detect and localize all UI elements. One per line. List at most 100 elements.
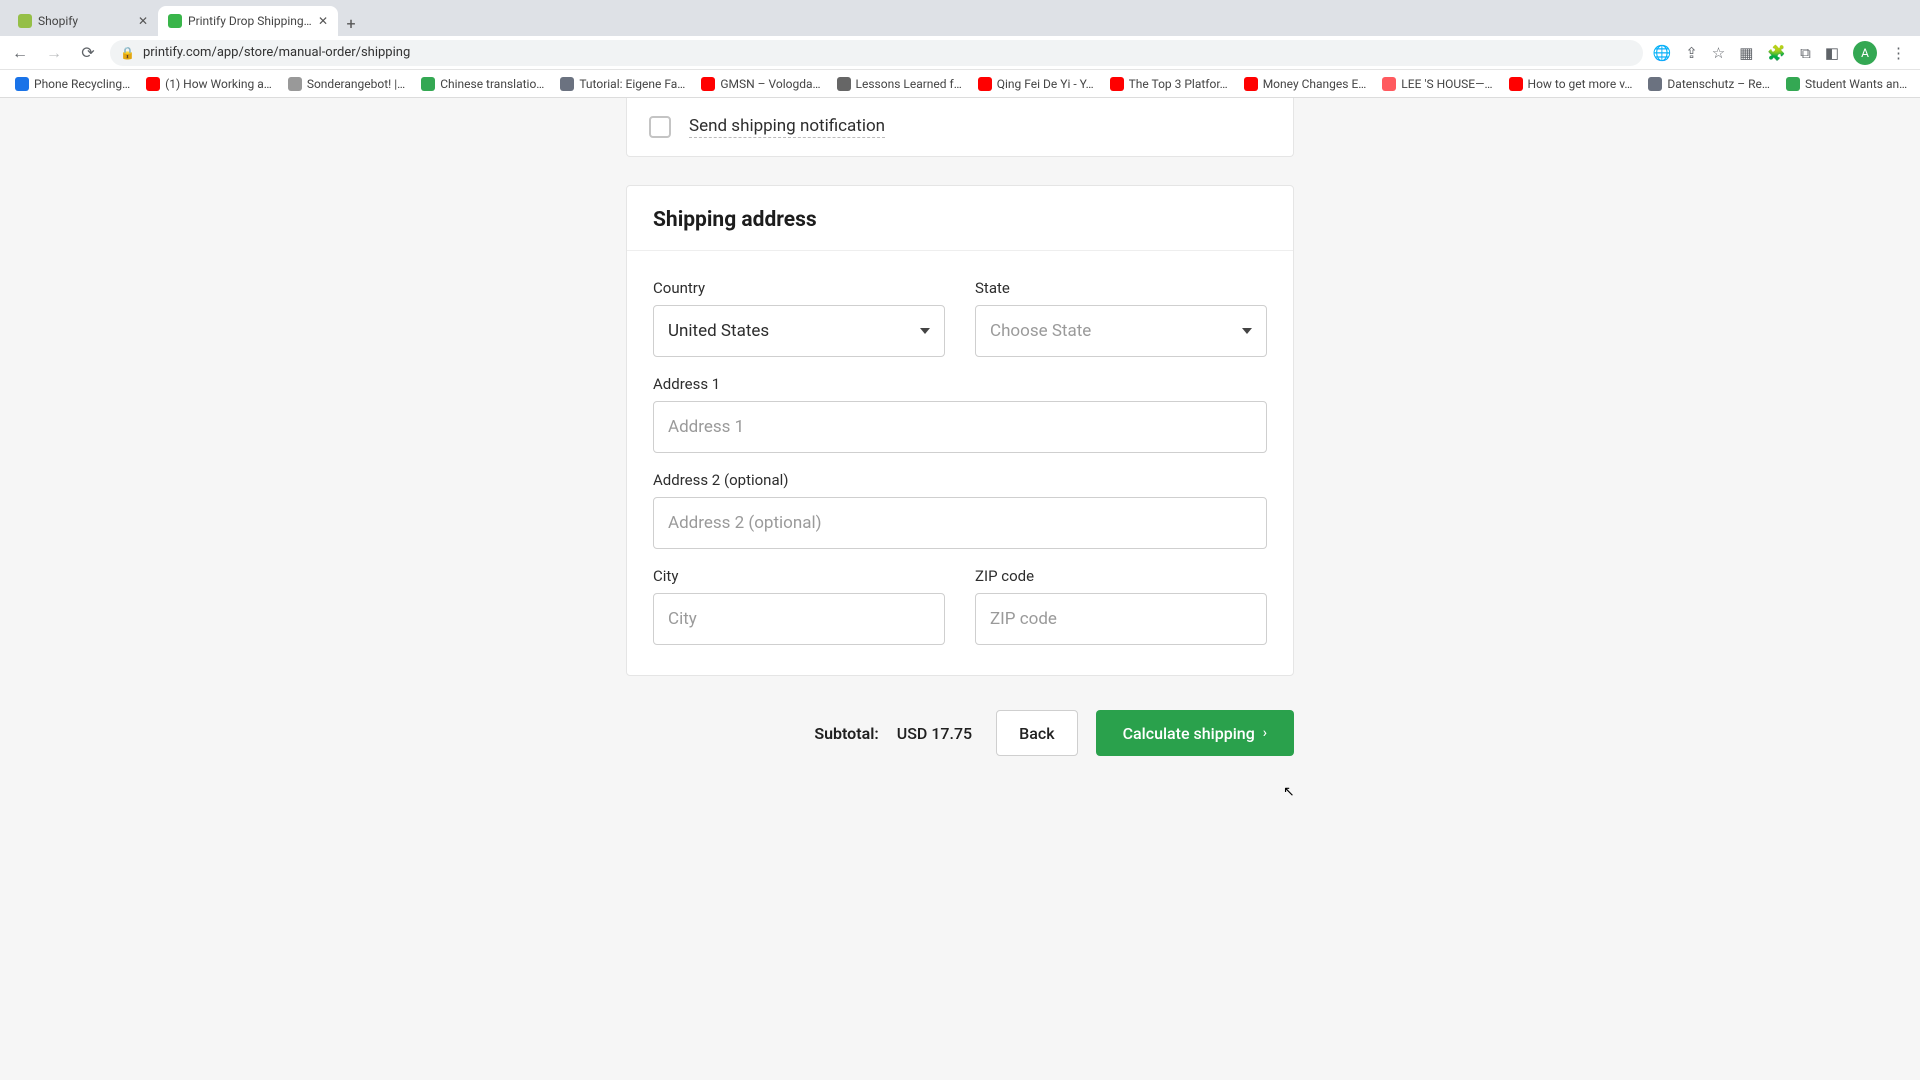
bookmark-label: Student Wants an… — [1805, 77, 1907, 91]
country-label: Country — [653, 279, 945, 297]
bookmark-label: Lessons Learned f… — [856, 77, 962, 91]
favicon-icon — [168, 14, 182, 28]
favicon-icon — [1648, 77, 1662, 91]
bookmark-item[interactable]: Tutorial: Eigene Fa… — [553, 77, 692, 91]
zip-label: ZIP code — [975, 567, 1267, 585]
new-tab-button[interactable]: + — [338, 10, 364, 36]
bookmarks-bar: Phone Recycling… (1) How Working a… Sonder… — [0, 70, 1920, 98]
tab-title: Shopify — [38, 14, 132, 28]
bookmark-item[interactable]: The Top 3 Platfor… — [1103, 77, 1235, 91]
browser-tab-shopify[interactable]: Shopify ✕ — [8, 6, 158, 36]
calculate-shipping-button[interactable]: Calculate shipping › — [1096, 710, 1294, 756]
chevron-down-icon — [920, 328, 930, 334]
favicon-icon — [288, 77, 302, 91]
favicon-icon — [701, 77, 715, 91]
bookmark-label: Sonderangebot! |… — [307, 77, 405, 91]
notification-card: Send shipping notification — [626, 98, 1294, 157]
bookmark-label: Money Changes E… — [1263, 77, 1367, 91]
side-panel-icon[interactable]: ◧ — [1825, 44, 1839, 62]
url-text: printify.com/app/store/manual-order/ship… — [143, 45, 410, 60]
favicon-icon — [1509, 77, 1523, 91]
state-label: State — [975, 279, 1267, 297]
address2-input[interactable] — [653, 497, 1267, 549]
bookmark-item[interactable]: LEE 'S HOUSE—… — [1375, 77, 1499, 91]
bookmark-label: The Top 3 Platfor… — [1129, 77, 1228, 91]
profile-avatar[interactable]: A — [1853, 41, 1877, 65]
favicon-icon — [421, 77, 435, 91]
address1-input[interactable] — [653, 401, 1267, 453]
lock-icon: 🔒 — [120, 46, 135, 60]
favicon-icon — [1110, 77, 1124, 91]
favicon-icon — [837, 77, 851, 91]
footer-bar: Subtotal: USD 17.75 Back Calculate shipp… — [626, 704, 1294, 786]
city-label: City — [653, 567, 945, 585]
close-icon[interactable]: ✕ — [138, 14, 148, 28]
address-bar[interactable]: 🔒 printify.com/app/store/manual-order/sh… — [110, 40, 1643, 66]
bookmark-item[interactable]: Phone Recycling… — [8, 77, 137, 91]
send-shipping-label[interactable]: Send shipping notification — [689, 116, 885, 138]
city-input[interactable] — [653, 593, 945, 645]
toolbar-actions: 🌐 ⇪ ☆ ▦ 🧩 ⧉ ◧ A ⋮ — [1653, 41, 1913, 65]
zip-input[interactable] — [975, 593, 1267, 645]
favicon-icon — [146, 77, 160, 91]
favicon-icon — [978, 77, 992, 91]
chevron-right-icon: › — [1263, 725, 1267, 741]
bookmark-label: LEE 'S HOUSE—… — [1401, 77, 1492, 91]
address2-label: Address 2 (optional) — [653, 471, 1267, 489]
address1-label: Address 1 — [653, 375, 1267, 393]
favicon-icon — [1244, 77, 1258, 91]
calculate-label: Calculate shipping — [1123, 724, 1255, 743]
tabs-icon[interactable]: ⧉ — [1800, 44, 1811, 62]
favicon-icon — [18, 14, 32, 28]
favicon-icon — [1786, 77, 1800, 91]
bookmark-label: GMSN – Vologda… — [720, 77, 820, 91]
bookmark-item[interactable]: How to get more v… — [1502, 77, 1640, 91]
subtotal-label: Subtotal: — [814, 724, 878, 743]
favicon-icon — [1382, 77, 1396, 91]
favicon-icon — [15, 77, 29, 91]
card-title: Shipping address — [653, 208, 1267, 232]
bookmark-item[interactable]: Datenschutz – Re… — [1641, 77, 1777, 91]
bookmark-label: Datenschutz – Re… — [1667, 77, 1770, 91]
bookmark-item[interactable]: Sonderangebot! |… — [281, 77, 412, 91]
chevron-down-icon — [1242, 328, 1252, 334]
bookmark-item[interactable]: Qing Fei De Yi - Y… — [971, 77, 1101, 91]
bookmark-label: Qing Fei De Yi - Y… — [997, 77, 1094, 91]
bookmark-item[interactable]: (1) How Working a… — [139, 77, 279, 91]
state-select[interactable]: Choose State — [975, 305, 1267, 357]
bookmark-label: Tutorial: Eigene Fa… — [579, 77, 685, 91]
forward-icon[interactable]: → — [42, 43, 66, 63]
bookmark-label: How to get more v… — [1528, 77, 1633, 91]
bookmark-item[interactable]: Money Changes E… — [1237, 77, 1374, 91]
bookmark-item[interactable]: Chinese translatio… — [414, 77, 551, 91]
menu-icon[interactable]: ⋮ — [1891, 44, 1906, 62]
back-icon[interactable]: ← — [8, 43, 32, 63]
page-content: Send shipping notification Shipping addr… — [0, 98, 1920, 786]
country-select[interactable]: United States — [653, 305, 945, 357]
close-icon[interactable]: ✕ — [318, 14, 328, 28]
browser-tab-strip: Shopify ✕ Printify Drop Shipping Print o… — [0, 0, 1920, 36]
browser-tab-printify[interactable]: Printify Drop Shipping Print o ✕ — [158, 6, 338, 36]
reload-icon[interactable]: ⟳ — [76, 43, 100, 62]
bookmark-item[interactable]: Lessons Learned f… — [830, 77, 969, 91]
bookmark-label: (1) How Working a… — [165, 77, 272, 91]
tab-title: Printify Drop Shipping Print o — [188, 14, 312, 28]
bookmark-label: Phone Recycling… — [34, 77, 130, 91]
country-value: United States — [668, 321, 769, 341]
share-icon[interactable]: ⇪ — [1685, 44, 1698, 62]
bookmark-label: Chinese translatio… — [440, 77, 544, 91]
grid-icon[interactable]: ▦ — [1739, 44, 1753, 62]
shipping-address-card: Shipping address Country United States S… — [626, 185, 1294, 676]
back-button-label: Back — [1019, 724, 1054, 743]
cursor-icon: ↖ — [1283, 784, 1295, 800]
extensions-icon[interactable]: 🧩 — [1767, 44, 1786, 62]
translate-icon[interactable]: 🌐 — [1653, 44, 1672, 62]
bookmark-item[interactable]: Student Wants an… — [1779, 77, 1914, 91]
send-shipping-checkbox[interactable] — [649, 116, 671, 138]
bookmark-item[interactable]: GMSN – Vologda… — [694, 77, 827, 91]
browser-toolbar: ← → ⟳ 🔒 printify.com/app/store/manual-or… — [0, 36, 1920, 70]
bookmark-item[interactable]: (2) How To Add A… — [1916, 77, 1920, 91]
back-button[interactable]: Back — [996, 710, 1077, 756]
subtotal-value: USD 17.75 — [897, 724, 972, 743]
star-icon[interactable]: ☆ — [1712, 44, 1725, 62]
